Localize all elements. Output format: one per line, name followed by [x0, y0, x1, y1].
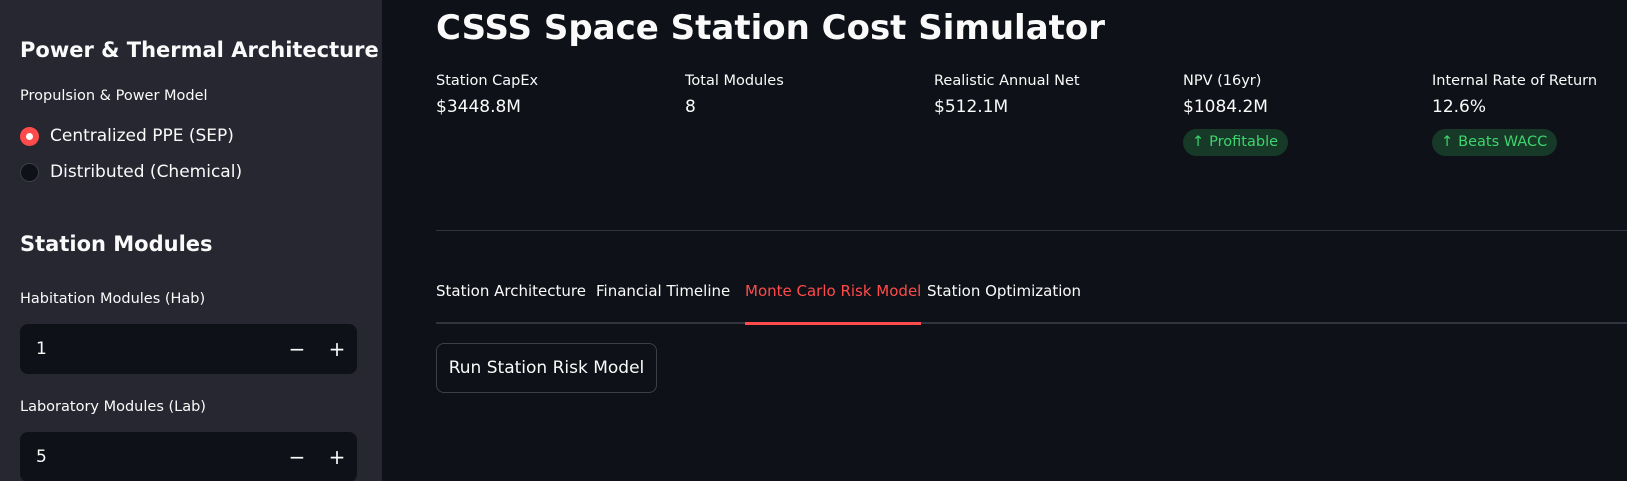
page-title: CSSS Space Station Cost Simulator [436, 8, 1106, 48]
arrow-up-icon: ↑ [1192, 134, 1205, 150]
sidebar: Power & Thermal Architecture Propulsion … [0, 0, 382, 481]
app: Power & Thermal Architecture Propulsion … [0, 0, 1627, 481]
hab-decrement-button[interactable]: − [277, 324, 317, 374]
divider [436, 230, 1627, 231]
metric-npv: NPV (16yr) $1084.2M ↑ Profitable [1183, 73, 1289, 156]
main-content: CSSS Space Station Cost Simulator Statio… [382, 0, 1627, 481]
metric-realistic-annual-net: Realistic Annual Net $512.1M [934, 73, 1080, 117]
delta-badge-beats-wacc: ↑ Beats WACC [1432, 129, 1558, 156]
station-modules-heading: Station Modules [20, 232, 213, 256]
radio-distributed-chemical[interactable]: Distributed (Chemical) [20, 162, 242, 182]
tab-bar: Station Architecture Financial Timeline … [436, 282, 1627, 325]
metric-value: $3448.8M [436, 97, 521, 117]
metric-label: Station CapEx [436, 73, 539, 89]
metric-irr: Internal Rate of Return 12.6% ↑ Beats WA… [1432, 73, 1597, 156]
delta-text: Beats WACC [1458, 134, 1548, 150]
lab-decrement-button[interactable]: − [277, 432, 317, 481]
metric-station-capex: Station CapEx $3448.8M [436, 73, 538, 117]
radio-label: Distributed (Chemical) [50, 162, 243, 182]
radio-unchecked-icon [20, 162, 39, 182]
tab-monte-carlo-risk-model[interactable]: Monte Carlo Risk Model [745, 282, 922, 325]
hab-modules-stepper: − + [20, 324, 357, 374]
tab-station-architecture[interactable]: Station Architecture [436, 282, 586, 324]
arrow-up-icon: ↑ [1441, 134, 1454, 150]
hab-modules-input[interactable] [20, 339, 277, 359]
metric-total-modules: Total Modules 8 [685, 73, 784, 117]
tab-financial-timeline[interactable]: Financial Timeline [596, 282, 730, 324]
metric-label: Total Modules [685, 73, 784, 89]
run-station-risk-model-button[interactable]: Run Station Risk Model [436, 343, 657, 393]
lab-modules-stepper: − + [20, 432, 357, 481]
metric-value: 12.6% [1432, 97, 1487, 117]
metric-value: $512.1M [934, 97, 1009, 117]
hab-increment-button[interactable]: + [317, 324, 357, 374]
metric-label: Realistic Annual Net [934, 73, 1080, 89]
radio-label: Centralized PPE (SEP) [50, 126, 234, 146]
metric-label: NPV (16yr) [1183, 73, 1262, 89]
radio-centralized-ppe[interactable]: Centralized PPE (SEP) [20, 126, 234, 146]
lab-increment-button[interactable]: + [317, 432, 357, 481]
tab-station-optimization[interactable]: Station Optimization [927, 282, 1081, 324]
delta-badge-profitable: ↑ Profitable [1183, 129, 1289, 156]
radio-checked-icon [20, 126, 39, 146]
power-thermal-heading: Power & Thermal Architecture [20, 38, 379, 62]
lab-modules-label: Laboratory Modules (Lab) [20, 399, 206, 415]
delta-text: Profitable [1209, 134, 1279, 150]
lab-modules-input[interactable] [20, 447, 277, 467]
metric-value: $1084.2M [1183, 97, 1268, 117]
hab-modules-label: Habitation Modules (Hab) [20, 291, 206, 307]
metric-value: 8 [685, 97, 696, 117]
metric-label: Internal Rate of Return [1432, 73, 1598, 89]
propulsion-model-label: Propulsion & Power Model [20, 88, 208, 104]
